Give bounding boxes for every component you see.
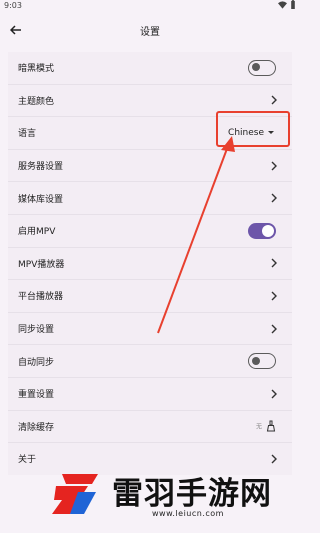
- watermark-url: www.leiucn.com: [152, 509, 224, 518]
- annotation-arrow: [157, 136, 235, 334]
- watermark-text: 雷羽手游网: [112, 476, 272, 512]
- watermark-logo: [52, 474, 98, 514]
- watermark: 雷羽手游网 www.leiucn.com: [48, 466, 288, 526]
